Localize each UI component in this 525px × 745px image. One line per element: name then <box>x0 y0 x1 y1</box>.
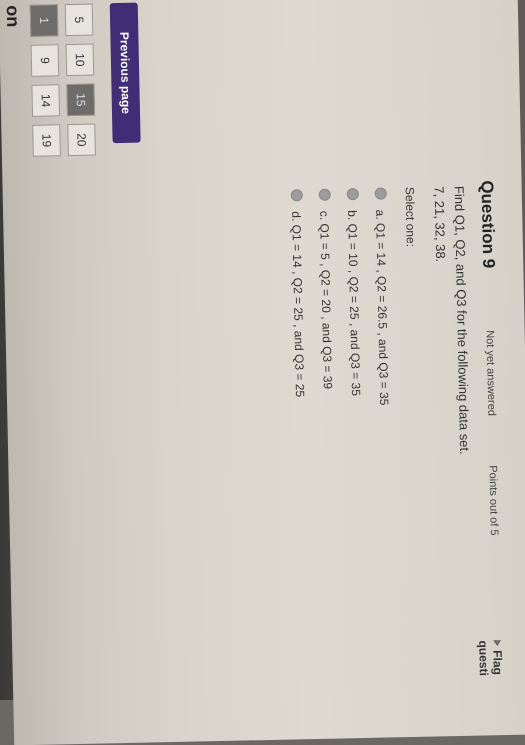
answer-option-label: a. Q1 = 14 , Q2 = 26.5 , and Q3 = 35 <box>373 209 392 406</box>
answer-option-d[interactable]: d. Q1 = 14 , Q2 = 25 , and Q3 = 25 <box>287 189 312 539</box>
answer-option-label: c. Q1 = 5 , Q2 = 20 , and Q3 = 39 <box>317 210 335 390</box>
question-status: Not yet answered <box>483 330 498 417</box>
nav-question-20[interactable]: 20 <box>67 123 96 157</box>
quiz-navigation-title: on <box>2 5 24 28</box>
nav-question-1[interactable]: 1 <box>29 4 59 37</box>
flag-icon <box>493 640 502 647</box>
answer-option-c[interactable]: c. Q1 = 5 , Q2 = 20 , and Q3 = 39 <box>315 188 340 539</box>
answer-option-b[interactable]: b. Q1 = 10 , Q2 = 25 , and Q3 = 35 <box>343 188 368 538</box>
radio-icon[interactable] <box>346 188 359 201</box>
radio-icon[interactable] <box>290 189 303 202</box>
question-points: Points out of 5 <box>486 465 500 536</box>
question-title: Question 9 <box>477 180 499 269</box>
nav-question-5[interactable]: 5 <box>64 3 94 37</box>
nav-question-9[interactable]: 9 <box>30 44 60 77</box>
select-one-label: Select one: <box>402 186 418 248</box>
nav-question-10[interactable]: 10 <box>65 43 95 77</box>
nav-question-14[interactable]: 14 <box>31 84 61 117</box>
monitor-screen: on 1 5 9 10 14 15 19 20 Question 9 Not y… <box>0 0 525 745</box>
radio-icon[interactable] <box>374 187 387 200</box>
nav-question-19[interactable]: 19 <box>32 124 61 157</box>
answer-option-label: b. Q1 = 10 , Q2 = 25 , and Q3 = 35 <box>345 210 363 397</box>
answer-option-label: d. Q1 = 14 , Q2 = 25 , and Q3 = 25 <box>289 211 307 398</box>
quiz-page: on 1 5 9 10 14 15 19 20 Question 9 Not y… <box>0 0 525 705</box>
previous-page-button[interactable]: Previous page <box>109 2 141 144</box>
question-prompt: Find Q1, Q2, and Q3 for the following da… <box>429 186 476 507</box>
radio-icon[interactable] <box>318 188 331 201</box>
flag-question-link[interactable]: Flag questi <box>476 640 505 691</box>
nav-question-15[interactable]: 15 <box>66 83 96 117</box>
